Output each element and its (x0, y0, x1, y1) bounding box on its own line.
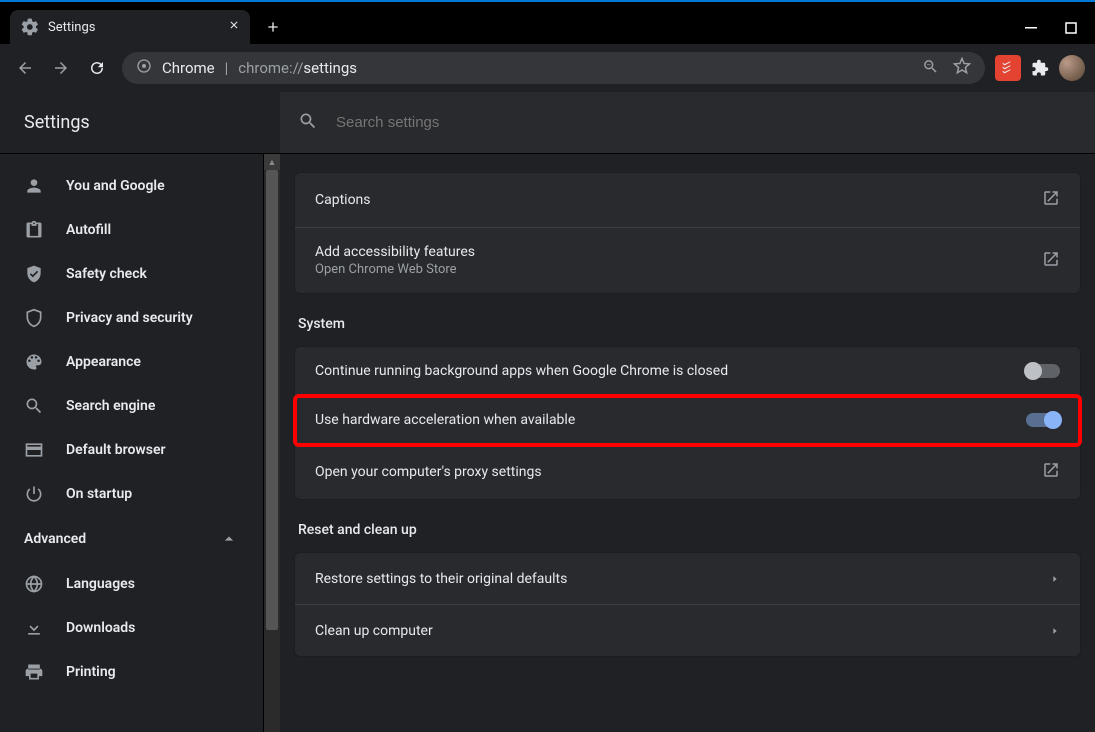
background-apps-row[interactable]: Continue running background apps when Go… (295, 347, 1080, 396)
system-section-title: System (294, 308, 1081, 346)
hardware-acceleration-toggle[interactable] (1026, 413, 1060, 427)
sidebar-item-safety-check[interactable]: Safety check (0, 252, 263, 296)
sidebar-item-privacy[interactable]: Privacy and security (0, 296, 263, 340)
chevron-up-icon (219, 529, 239, 549)
chevron-right-icon (1050, 569, 1060, 588)
sidebar-item-label: Autofill (66, 222, 111, 238)
sidebar-item-label: Appearance (66, 354, 141, 370)
sidebar-item-you-and-google[interactable]: You and Google (0, 164, 263, 208)
profile-avatar[interactable] (1059, 55, 1085, 81)
reset-section-title: Reset and clean up (294, 514, 1081, 552)
sidebar-item-label: You and Google (66, 178, 165, 194)
address-bar[interactable]: Chrome | chrome://settings (122, 52, 985, 84)
download-icon (24, 618, 44, 638)
globe-icon (24, 574, 44, 594)
restore-defaults-label: Restore settings to their original defau… (315, 571, 567, 587)
captions-label: Captions (315, 192, 371, 208)
tab-title: Settings (48, 20, 95, 35)
shield-icon (24, 308, 44, 328)
accessibility-section: Captions Add accessibility features Open… (294, 172, 1081, 294)
hardware-acceleration-label: Use hardware acceleration when available (315, 412, 575, 428)
proxy-settings-label: Open your computer's proxy settings (315, 464, 542, 480)
sidebar-item-label: Default browser (66, 442, 166, 458)
scroll-up-arrow[interactable]: ▲ (264, 154, 280, 170)
forward-button[interactable] (46, 53, 76, 83)
reset-section: Restore settings to their original defau… (294, 552, 1081, 657)
reload-button[interactable] (82, 53, 112, 83)
sidebar-item-downloads[interactable]: Downloads (0, 606, 263, 650)
close-tab-icon[interactable] (228, 19, 240, 35)
sidebar-item-label: Safety check (66, 266, 147, 282)
sidebar-item-label: On startup (66, 486, 132, 502)
shield-check-icon (24, 264, 44, 284)
add-accessibility-sub: Open Chrome Web Store (315, 262, 475, 277)
sidebar-item-label: Downloads (66, 620, 135, 636)
url-divider: | (225, 59, 229, 77)
sidebar-item-label: Printing (66, 664, 116, 680)
proxy-settings-row[interactable]: Open your computer's proxy settings (295, 445, 1080, 499)
sidebar-item-label: Languages (66, 576, 135, 592)
sidebar-scrollbar[interactable]: ▲ (264, 154, 280, 732)
extensions-icon[interactable] (1027, 55, 1053, 81)
palette-icon (24, 352, 44, 372)
external-link-icon (1042, 250, 1060, 272)
gear-icon (20, 17, 40, 37)
titlebar: Settings (0, 0, 1095, 44)
url-origin: Chrome (162, 59, 215, 77)
cleanup-computer-row[interactable]: Clean up computer (295, 605, 1080, 656)
browser-tab[interactable]: Settings (10, 10, 250, 44)
sidebar-item-appearance[interactable]: Appearance (0, 340, 263, 384)
sidebar-item-languages[interactable]: Languages (0, 562, 263, 606)
search-icon (298, 111, 318, 135)
search-icon (24, 396, 44, 416)
sidebar-advanced-toggle[interactable]: Advanced (0, 516, 263, 562)
settings-content: Captions Add accessibility features Open… (280, 154, 1095, 732)
sidebar-item-default-browser[interactable]: Default browser (0, 428, 263, 472)
toolbar: Chrome | chrome://settings (0, 44, 1095, 92)
todoist-extension-icon[interactable] (995, 55, 1021, 81)
sidebar-item-label: Privacy and security (66, 310, 193, 326)
settings-sidebar: You and Google Autofill Safety check Pri… (0, 154, 264, 732)
hardware-acceleration-row[interactable]: Use hardware acceleration when available (295, 396, 1080, 445)
clipboard-icon (24, 220, 44, 240)
captions-row[interactable]: Captions (295, 173, 1080, 228)
power-icon (24, 484, 44, 504)
background-apps-toggle[interactable] (1026, 364, 1060, 378)
external-link-icon (1042, 189, 1060, 211)
sidebar-item-search-engine[interactable]: Search engine (0, 384, 263, 428)
chevron-right-icon (1050, 621, 1060, 640)
printer-icon (24, 662, 44, 682)
person-icon (24, 176, 44, 196)
system-section: Continue running background apps when Go… (294, 346, 1081, 500)
minimize-button[interactable] (1025, 19, 1037, 38)
sidebar-item-label: Search engine (66, 398, 155, 414)
bookmark-icon[interactable] (953, 57, 971, 79)
advanced-label: Advanced (24, 531, 86, 547)
browser-icon (24, 440, 44, 460)
window-controls (1025, 19, 1095, 44)
sidebar-item-printing[interactable]: Printing (0, 650, 263, 694)
restore-defaults-row[interactable]: Restore settings to their original defau… (295, 553, 1080, 605)
sidebar-item-on-startup[interactable]: On startup (0, 472, 263, 516)
maximize-button[interactable] (1065, 19, 1077, 38)
new-tab-button[interactable] (258, 12, 288, 42)
url-path: chrome://settings (238, 59, 357, 77)
back-button[interactable] (10, 53, 40, 83)
settings-search[interactable] (280, 92, 1095, 154)
cleanup-computer-label: Clean up computer (315, 623, 433, 639)
page-title: Settings (0, 92, 280, 154)
add-accessibility-label: Add accessibility features (315, 244, 475, 260)
site-info-icon[interactable] (136, 58, 152, 78)
scrollbar-thumb[interactable] (266, 170, 278, 630)
zoom-icon[interactable] (922, 58, 939, 79)
sidebar-item-autofill[interactable]: Autofill (0, 208, 263, 252)
search-input[interactable] (334, 113, 1077, 132)
add-accessibility-row[interactable]: Add accessibility features Open Chrome W… (295, 228, 1080, 293)
external-link-icon (1042, 461, 1060, 483)
background-apps-label: Continue running background apps when Go… (315, 363, 728, 379)
